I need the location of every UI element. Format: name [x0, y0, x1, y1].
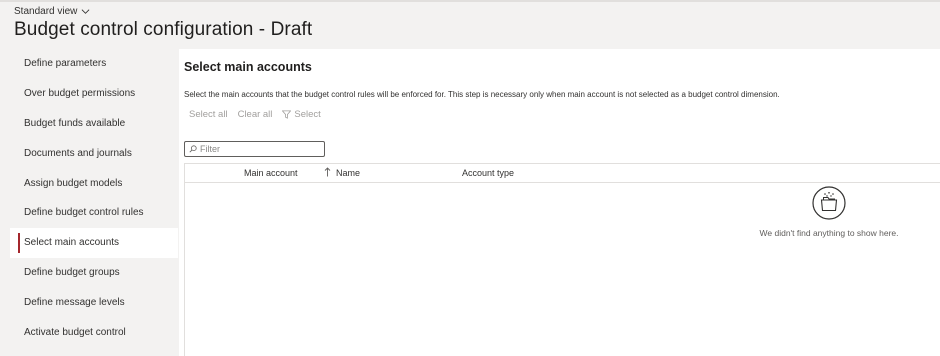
- select-filter-label: Select: [294, 109, 321, 120]
- filter-box: [184, 141, 325, 157]
- sidebar-item-define-message-levels[interactable]: Define message levels: [10, 287, 178, 317]
- sidebar-item-label: Define parameters: [24, 58, 107, 70]
- column-header-account-type[interactable]: Account type: [462, 168, 514, 178]
- sidebar-item-label: Activate budget control: [24, 326, 126, 338]
- view-selector[interactable]: Standard view: [14, 6, 90, 17]
- filter-input[interactable]: [200, 144, 320, 154]
- main-content: Select main accounts Select the main acc…: [179, 49, 940, 356]
- select-filter-button[interactable]: Select: [282, 109, 321, 120]
- empty-state-message: We didn't find anything to show here.: [759, 228, 899, 238]
- sidebar-item-define-budget-control-rules[interactable]: Define budget control rules: [10, 198, 178, 228]
- filter-icon: [282, 110, 292, 119]
- sidebar-item-budget-funds-available[interactable]: Budget funds available: [10, 109, 178, 139]
- sidebar-item-label: Define budget groups: [24, 266, 120, 278]
- page-title: Budget control configuration - Draft: [14, 19, 313, 40]
- view-selector-label: Standard view: [14, 6, 78, 17]
- sidebar-item-label: Assign budget models: [24, 177, 123, 189]
- sidebar-item-define-parameters[interactable]: Define parameters: [10, 49, 178, 79]
- chevron-down-icon: [81, 9, 90, 14]
- section-description: Select the main accounts that the budget…: [184, 90, 780, 99]
- search-icon: [189, 145, 197, 153]
- empty-state: We didn't find anything to show here.: [739, 186, 919, 238]
- sidebar-nav: Define parameters Over budget permission…: [10, 49, 178, 356]
- sidebar-item-activate-budget-control[interactable]: Activate budget control: [10, 317, 178, 347]
- sidebar-item-label: Over budget permissions: [24, 88, 136, 100]
- sort-ascending-icon[interactable]: [324, 167, 331, 177]
- sidebar-item-define-budget-groups[interactable]: Define budget groups: [10, 258, 178, 288]
- sidebar-item-label: Documents and journals: [24, 147, 132, 159]
- sidebar-item-select-main-accounts[interactable]: Select main accounts: [10, 227, 178, 258]
- sidebar-item-over-budget-permissions[interactable]: Over budget permissions: [10, 79, 178, 109]
- column-header-main-account[interactable]: Main account: [244, 168, 298, 178]
- sidebar-item-assign-budget-models[interactable]: Assign budget models: [10, 168, 178, 198]
- sidebar-item-label: Define budget control rules: [24, 207, 144, 219]
- sidebar-item-documents-and-journals[interactable]: Documents and journals: [10, 138, 178, 168]
- select-all-button[interactable]: Select all: [189, 109, 228, 120]
- sidebar-item-label: Budget funds available: [24, 117, 126, 129]
- empty-folder-icon: [812, 186, 846, 220]
- section-title: Select main accounts: [184, 60, 312, 74]
- sidebar-item-label: Select main accounts: [24, 237, 120, 249]
- grid-header: Main account Name Account type: [184, 164, 940, 183]
- column-header-name[interactable]: Name: [336, 168, 360, 178]
- action-bar: Select all Clear all Select: [189, 109, 321, 120]
- clear-all-button[interactable]: Clear all: [238, 109, 273, 120]
- top-divider: [0, 0, 940, 2]
- sidebar-item-label: Define message levels: [24, 296, 125, 308]
